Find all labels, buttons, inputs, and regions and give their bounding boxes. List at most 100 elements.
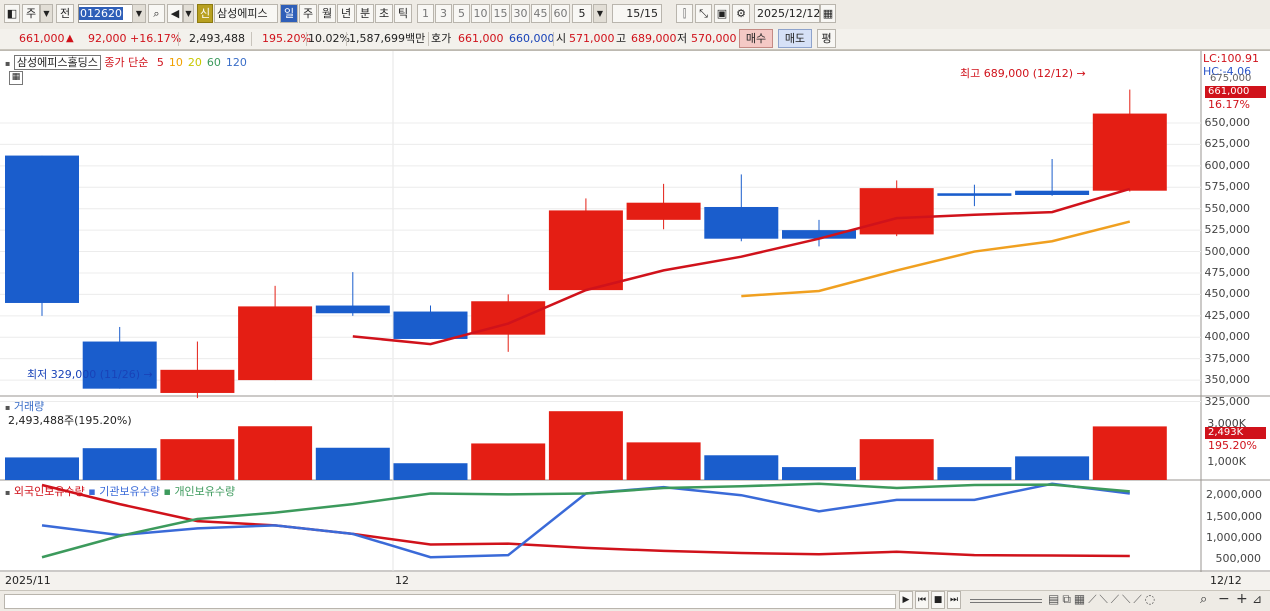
panel-menu-icon[interactable]: ▪: [5, 59, 10, 68]
period-button[interactable]: 주: [299, 4, 317, 23]
chart-canvas[interactable]: [0, 51, 1270, 591]
market-type-dropdown-icon[interactable]: ▼: [40, 4, 53, 23]
volume-value: 2,493,488: [189, 32, 245, 45]
period-button[interactable]: 월: [318, 4, 336, 23]
period-button[interactable]: 일: [280, 4, 298, 23]
stock-name-label[interactable]: 삼성에피스홀딩스: [13, 55, 101, 70]
volume-bar: [315, 447, 390, 480]
candle-body: [937, 193, 1012, 196]
save-icon[interactable]: ▣: [714, 4, 730, 23]
code-dropdown-icon[interactable]: ▼: [132, 4, 146, 23]
chart-area: ▪ 삼성에피스홀딩스 종가 단순 5 10 20 60 120 ▦ 최고 689,000…: [0, 50, 1270, 591]
legend-individual[interactable]: 개인보유수량: [174, 485, 235, 498]
interval-button[interactable]: 15: [491, 4, 510, 23]
interval-button[interactable]: 3: [435, 4, 452, 23]
search-icon[interactable]: ⌕: [148, 4, 165, 23]
holding-tick-1500000: 1,500,000: [1206, 510, 1262, 523]
zoom-slider[interactable]: [970, 599, 1042, 603]
interval-dropdown-icon[interactable]: ▼: [593, 4, 607, 23]
volume-bar: [82, 448, 157, 480]
current-price-tag: 661,000: [1205, 86, 1266, 98]
horizontal-scrollbar[interactable]: [4, 594, 896, 609]
up-arrow-icon: ▲: [66, 33, 74, 44]
speaker-icon[interactable]: ◀: [167, 4, 183, 23]
price-change: 92,000: [88, 32, 127, 45]
zoom-out-icon[interactable]: −: [1218, 591, 1230, 607]
period-button[interactable]: 초: [375, 4, 393, 23]
market-type-select[interactable]: 주: [22, 4, 40, 23]
interval-button[interactable]: 1: [417, 4, 434, 23]
prev-button[interactable]: 전: [56, 4, 74, 23]
panel-menu-icon[interactable]: ▪: [5, 488, 10, 497]
panel-menu-icon[interactable]: ▪: [5, 403, 10, 412]
scroll-first-icon[interactable]: ⏮: [915, 591, 929, 609]
price-axis-tick: 500,000: [1204, 244, 1251, 258]
period-button[interactable]: 틱: [394, 4, 412, 23]
interval-button[interactable]: 45: [531, 4, 550, 23]
legend-institution[interactable]: 기관보유수량: [99, 485, 160, 498]
turnover-rate: 10.02%: [308, 32, 350, 45]
stock-name-field[interactable]: 삼성에피스: [214, 4, 278, 23]
high-marker-label: 최고 689,000 (12/12) →: [960, 67, 1086, 80]
expand-icon[interactable]: ⊿: [1252, 592, 1262, 606]
volume-bar: [160, 439, 235, 480]
interval-button[interactable]: 60: [551, 4, 570, 23]
trade-amount: 1,587,699백만: [349, 32, 426, 45]
price-axis-tick: 400,000: [1204, 330, 1251, 344]
draw-tool-icon[interactable]: ⤡: [695, 4, 712, 23]
open-price: 571,000: [569, 32, 615, 45]
interval-button[interactable]: 10: [471, 4, 490, 23]
volume-bar: [471, 443, 546, 480]
period-button[interactable]: 년: [337, 4, 355, 23]
price-axis-tick: 425,000: [1204, 308, 1251, 322]
volume-bar: [238, 426, 313, 480]
bid-price: 661,000: [458, 32, 504, 45]
x-axis-label-nov: 2025/11: [5, 574, 51, 587]
scroll-last-icon[interactable]: ⏭: [947, 591, 961, 609]
x-axis-label-dec: 12: [395, 574, 409, 587]
candle-body: [626, 202, 701, 220]
ma-legend-item[interactable]: 120: [226, 56, 247, 69]
stock-code-value[interactable]: 012620: [79, 7, 123, 20]
candle-body: [5, 155, 79, 303]
toolbar: ◧ 주 ▼ 전 012620 ▼ ⌕ ◀ ▼ 신 삼성에피스 일주월년분초틱 1…: [0, 0, 1270, 30]
low-marker-label: 최저 329,000 (11/26) →: [27, 368, 153, 381]
drawing-tools-icons[interactable]: ▤⧉▦⟋⟍⟋⟍⟋◌: [1048, 592, 1158, 607]
calendar-icon[interactable]: ▦: [820, 4, 836, 23]
average-button[interactable]: 평: [817, 29, 836, 48]
axis-tick-top: 675,000: [1210, 73, 1252, 84]
quote-label: 호가: [431, 32, 452, 45]
ma-legend-item[interactable]: 60: [207, 56, 221, 69]
legend-foreign[interactable]: 외국인보유수량: [14, 485, 85, 498]
table-view-icon[interactable]: ▦: [9, 71, 23, 85]
ma-legend-label[interactable]: 종가 단순: [104, 56, 148, 69]
price-axis-tick: 325,000: [1204, 394, 1251, 408]
window-menu-icon[interactable]: ◧: [4, 4, 20, 23]
zoom-search-icon[interactable]: ⌕: [1200, 592, 1207, 607]
holding-panel-header: ▪ 외국인보유수량 ▪ 기관보유수량 ▪ 개인보유수량: [5, 485, 236, 498]
date-input[interactable]: 2025/12/12: [754, 4, 820, 23]
current-price: 661,000: [19, 32, 65, 45]
ma-legend-item[interactable]: 5: [157, 56, 164, 69]
price-axis-tick: 450,000: [1204, 287, 1251, 301]
sell-button[interactable]: 매도: [778, 29, 812, 48]
ma-legend-item[interactable]: 20: [188, 56, 202, 69]
price-axis-tick: 525,000: [1204, 223, 1251, 237]
speaker-dropdown-icon[interactable]: ▼: [183, 4, 194, 23]
volume-bar: [393, 463, 468, 480]
buy-button[interactable]: 매수: [739, 29, 773, 48]
candle-type-icon[interactable]: ⫿: [676, 4, 693, 23]
ma-legend-item[interactable]: 10: [169, 56, 183, 69]
volume-bar: [548, 411, 623, 480]
interval-button[interactable]: 30: [511, 4, 530, 23]
high-label: 고: [616, 32, 627, 45]
zoom-in-icon[interactable]: +: [1236, 591, 1248, 607]
stop-icon[interactable]: ■: [931, 591, 945, 609]
interval-count-input[interactable]: 5: [572, 4, 592, 23]
period-button[interactable]: 분: [356, 4, 374, 23]
ask-price: 660,000: [509, 32, 555, 45]
settings-gear-icon[interactable]: ⚙: [732, 4, 750, 23]
interval-button[interactable]: 5: [453, 4, 470, 23]
price-axis-tick: 475,000: [1204, 265, 1251, 279]
scroll-next-icon[interactable]: ▶: [899, 591, 913, 609]
